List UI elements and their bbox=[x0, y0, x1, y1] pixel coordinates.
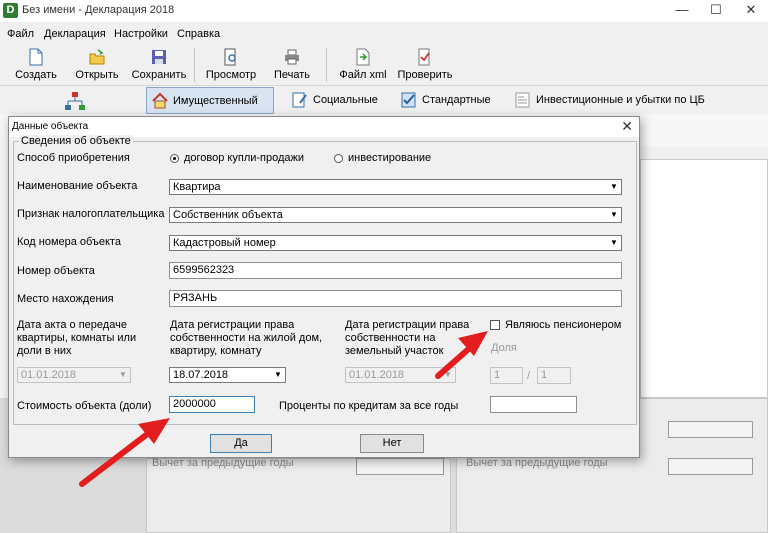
acquisition-label: Способ приобретения bbox=[17, 152, 130, 164]
close-window-icon[interactable]: ✕ bbox=[734, 0, 768, 22]
save-disk-icon bbox=[152, 50, 166, 64]
share-separator: / bbox=[527, 370, 531, 382]
checklist-icon bbox=[401, 92, 416, 108]
share-denominator-input[interactable]: 1 bbox=[537, 367, 571, 384]
transfer-act-date-picker[interactable]: 01.01.2018 ▼ bbox=[17, 367, 131, 383]
object-name-select[interactable]: Квартира ▼ bbox=[169, 179, 622, 195]
house-icon bbox=[152, 92, 168, 109]
chevron-down-icon: ▼ bbox=[119, 370, 127, 379]
transfer-act-date-label: Дата акта о передаче квартиры, комнаты и… bbox=[17, 319, 137, 357]
cancel-button[interactable]: Нет bbox=[360, 434, 424, 453]
menu-settings[interactable]: Настройки bbox=[114, 28, 168, 40]
cost-label: Стоимость объекта (доли) bbox=[17, 400, 152, 412]
dialog-title: Данные объекта bbox=[12, 121, 89, 132]
preview-button[interactable]: Просмотр bbox=[202, 46, 260, 84]
xml-file-button[interactable]: Файл xml bbox=[336, 46, 390, 84]
land-registration-date-picker[interactable]: 01.01.2018 ▼ bbox=[345, 367, 456, 383]
object-data-dialog: Данные объекта ✕ Сведения об объекте Спо… bbox=[8, 116, 640, 458]
chevron-down-icon: ▼ bbox=[610, 210, 618, 219]
deduction-prev-years-field-1[interactable] bbox=[356, 458, 444, 475]
printer-icon bbox=[285, 49, 299, 65]
object-code-label: Код номера объекта bbox=[17, 236, 121, 248]
object-number-input[interactable]: 6599562323 bbox=[169, 262, 622, 279]
tree-structure-icon bbox=[65, 92, 85, 110]
check-button[interactable]: Проверить bbox=[396, 46, 454, 84]
radio-purchase-contract-label[interactable]: договор купли-продажи bbox=[184, 152, 304, 165]
loan-interest-input[interactable] bbox=[490, 396, 577, 413]
object-number-label: Номер объекта bbox=[17, 265, 95, 277]
xml-file-icon bbox=[356, 48, 370, 66]
new-file-icon bbox=[29, 48, 43, 66]
objects-list-panel bbox=[640, 146, 768, 398]
menu-declaration[interactable]: Декларация bbox=[44, 28, 106, 40]
location-label: Место нахождения bbox=[17, 293, 114, 305]
pensioner-label[interactable]: Являюсь пенсионером bbox=[505, 319, 621, 332]
cost-input[interactable]: 2000000 bbox=[169, 396, 255, 413]
save-button[interactable]: Сохранить bbox=[130, 46, 188, 84]
location-input[interactable]: РЯЗАНЬ bbox=[169, 290, 622, 307]
dialog-titlebar bbox=[9, 117, 639, 137]
object-code-select[interactable]: Кадастровый номер ▼ bbox=[169, 235, 622, 251]
taxpayer-sign-label: Признак налогоплательщика bbox=[17, 208, 165, 220]
share-numerator-input[interactable]: 1 bbox=[490, 367, 523, 384]
document-pen-icon bbox=[292, 92, 307, 108]
create-button[interactable]: Создать bbox=[10, 46, 62, 84]
registration-date-picker[interactable]: 18.07.2018 ▼ bbox=[169, 367, 286, 383]
maximize-icon[interactable]: ☐ bbox=[699, 0, 733, 22]
app-logo-icon: D bbox=[3, 3, 18, 18]
toolbar-separator bbox=[326, 48, 327, 82]
share-label: Доля bbox=[491, 342, 517, 354]
ok-button[interactable]: Да bbox=[210, 434, 272, 453]
preview-icon bbox=[224, 48, 236, 66]
toolbar-separator bbox=[194, 48, 195, 82]
deduction-field-upper[interactable] bbox=[668, 421, 753, 438]
objects-list-header bbox=[640, 146, 768, 160]
close-icon[interactable]: ✕ bbox=[621, 118, 633, 135]
open-button[interactable]: Открыть bbox=[70, 46, 124, 84]
chevron-down-icon: ▼ bbox=[444, 370, 452, 379]
minimize-icon[interactable]: — bbox=[665, 0, 699, 22]
chevron-down-icon: ▼ bbox=[610, 182, 618, 191]
tab-social[interactable]: Социальные bbox=[287, 87, 387, 114]
registration-date-label: Дата регистрации права собственности на … bbox=[170, 319, 323, 357]
group-title: Сведения об объекте bbox=[19, 135, 133, 147]
pensioner-checkbox[interactable] bbox=[490, 320, 500, 330]
deduction-prev-years-label-1: Вычет за предыдущие годы bbox=[152, 457, 294, 469]
deduction-prev-years-label-2: Вычет за предыдущие годы bbox=[466, 457, 608, 469]
chevron-down-icon: ▼ bbox=[274, 370, 282, 379]
menu-file[interactable]: Файл bbox=[7, 28, 34, 40]
chevron-down-icon: ▼ bbox=[610, 238, 618, 247]
land-registration-date-label: Дата регистрации права собственности на … bbox=[345, 319, 470, 357]
menu-help[interactable]: Справка bbox=[177, 28, 220, 40]
window-title: Без имени - Декларация 2018 bbox=[22, 4, 175, 16]
tab-property[interactable]: Имущественный bbox=[146, 87, 274, 114]
loan-interest-label: Проценты по кредитам за все годы bbox=[279, 400, 459, 412]
tab-investment[interactable]: Инвестиционные и убытки по ЦБ bbox=[510, 87, 710, 114]
print-button[interactable]: Печать bbox=[268, 46, 316, 84]
radio-purchase-contract[interactable] bbox=[170, 154, 179, 163]
investment-icon bbox=[515, 92, 530, 108]
taxpayer-sign-select[interactable]: Собственник объекта ▼ bbox=[169, 207, 622, 223]
tab-standard[interactable]: Стандартные bbox=[396, 87, 500, 114]
radio-investment[interactable] bbox=[334, 154, 343, 163]
radio-investment-label[interactable]: инвестирование bbox=[348, 152, 431, 165]
check-document-icon bbox=[418, 48, 430, 66]
object-name-label: Наименование объекта bbox=[17, 180, 138, 192]
deduction-prev-years-field-2[interactable] bbox=[668, 458, 753, 475]
open-folder-icon bbox=[89, 49, 105, 65]
